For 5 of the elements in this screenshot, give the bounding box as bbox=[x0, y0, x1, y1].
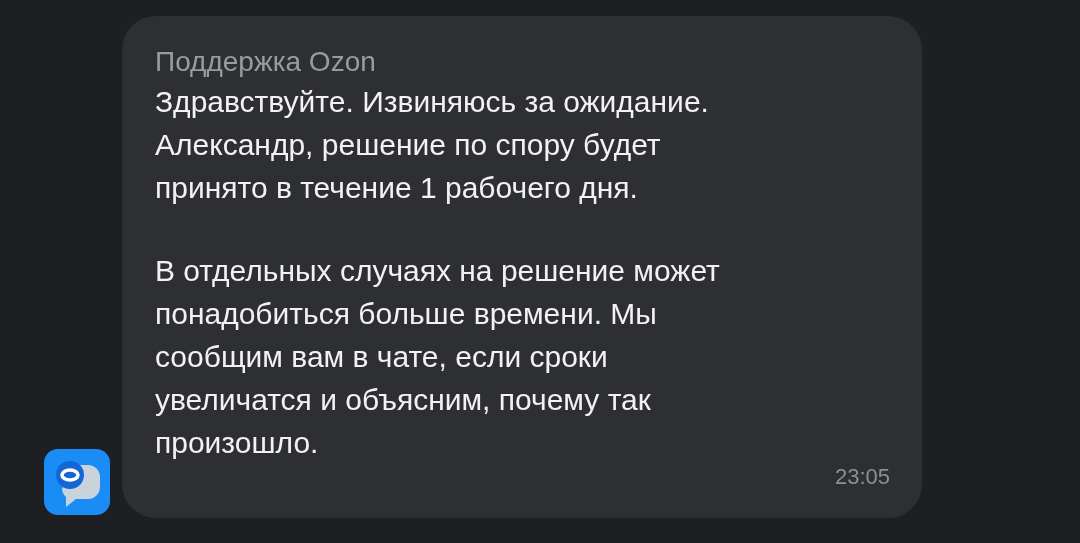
message-time: 23:05 bbox=[834, 463, 890, 491]
message-text: Здравствуйте. Извиняюсь за ожидание. Александр, решение по спору будет принято в течение 1 рабочего дня. bbox=[155, 84, 710, 206]
sender-name: Поддержка Ozon bbox=[155, 45, 377, 79]
message-text: В отдельных случаях на решение может понадобиться больше времени. Мы сообщим вам в чате, если сроки увеличатся и объясним, почему так произошло. bbox=[155, 253, 721, 461]
chat-bubble-icon bbox=[44, 449, 110, 515]
